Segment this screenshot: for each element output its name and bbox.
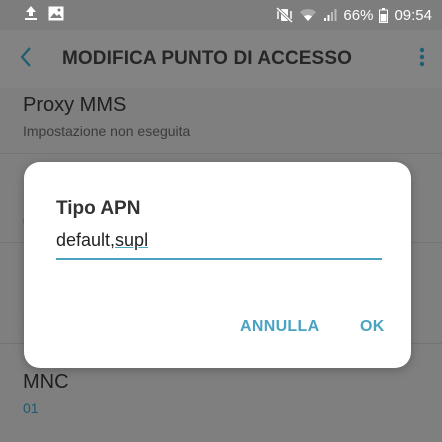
list-item-proxy-mms[interactable]: Proxy MMS Impostazione non eseguita: [0, 88, 442, 154]
battery-percent: 66%: [343, 6, 374, 24]
input-text: default,: [56, 230, 116, 250]
list-item-title: Proxy MMS: [23, 94, 127, 116]
apn-type-input[interactable]: default, supl: [56, 228, 382, 260]
list-item-value: 01: [23, 400, 39, 416]
battery-icon: [379, 7, 389, 23]
clock: 09:54: [394, 6, 432, 24]
cancel-button[interactable]: ANNULLA: [240, 318, 319, 336]
mute-vibrate-icon: [275, 7, 294, 23]
more-vert-icon: [419, 47, 425, 72]
signal-icon: [323, 8, 337, 22]
back-button[interactable]: [0, 30, 52, 88]
list-item-value: Impostazione non eseguita: [23, 123, 191, 139]
chevron-left-icon: [19, 46, 33, 73]
more-options-button[interactable]: [402, 30, 442, 88]
image-icon: [48, 6, 64, 25]
page-title: MODIFICA PUNTO DI ACCESSO: [62, 48, 352, 69]
apn-type-dialog: Tipo APN default, supl ANNULLA OK: [24, 162, 411, 368]
ok-button[interactable]: OK: [360, 318, 385, 336]
input-composing-text: supl: [115, 230, 149, 250]
wifi-icon: [299, 8, 317, 22]
upload-icon: [24, 5, 38, 25]
app-bar: MODIFICA PUNTO DI ACCESSO: [0, 30, 442, 88]
list-item-title: MNC: [23, 371, 69, 393]
dialog-title: Tipo APN: [56, 198, 141, 219]
status-bar: 66% 09:54: [0, 0, 442, 30]
